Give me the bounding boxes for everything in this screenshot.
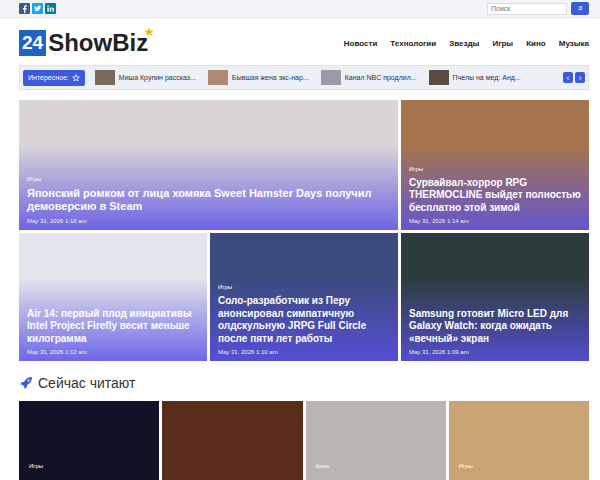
next-button[interactable]: › [575,72,585,83]
twitter-icon[interactable] [32,3,43,14]
logo-name: ShowBiz [48,29,148,57]
card-category[interactable]: Игры [218,284,232,290]
featured-grid: Игры Японский ромком от лица хомяка Sweet… [19,100,589,361]
nav-item[interactable]: Музыка [559,39,589,48]
ticker-thumbnail [208,70,228,85]
ticker-item[interactable]: Бывшая жена экс-нар... [208,70,309,85]
reading-card[interactable]: Игры [449,401,589,480]
rocket-icon [19,376,33,390]
card-date: May 31, 2026 1:09 am [409,349,581,355]
ticker-item[interactable]: Миша Крупин рассказ... [95,70,196,85]
star-icon [144,27,154,37]
ticker-item[interactable]: Канал NBC продлил... [321,70,417,85]
card-category[interactable]: Игры [29,463,43,469]
reading-grid: Игры Кино Игры [19,401,589,480]
nav-item[interactable]: Игры [492,39,513,48]
nav-item[interactable]: Звезды [449,39,479,48]
card-category[interactable]: Игры [459,463,473,469]
page: ⌕ 24ShowBiz Новости Технологии Звезды Игры Кин… [0,0,600,480]
header: 24ShowBiz Новости Технологии Звезды Игры Кино… [19,18,589,68]
search-button[interactable]: ⌕ [571,2,589,15]
ticker-thumbnail [95,70,115,85]
card-date: May 31, 2026 1:18 am [27,218,390,224]
featured-card[interactable]: Игры Японский ромком от лица хомяка Sweet… [19,100,398,230]
facebook-icon[interactable] [19,3,30,14]
ticker-thumbnail [429,70,449,85]
card-category[interactable]: Игры [409,166,423,172]
main-nav: Новости Технологии Звезды Игры Кино Музыка [344,39,589,48]
card-category[interactable]: Игры [27,176,41,182]
ticker-label: Интересное: [23,70,85,86]
logo-number: 24 [19,30,46,56]
top-bar: ⌕ [0,0,600,18]
card-title[interactable]: Соло-разработчик из Перу анонсировал сим… [218,295,390,345]
card-title[interactable]: Сурвайвал-хоррор RPG THERMOCLINE выйдет … [409,177,581,215]
featured-card[interactable]: Игры Соло-разработчик из Перу анонсировал… [210,233,398,361]
search-input[interactable] [487,3,567,15]
card-title[interactable]: Air 14: первый плод инициативы Intel Pro… [27,308,199,346]
reading-card[interactable]: Игры [19,401,159,480]
card-title[interactable]: Samsung готовит Micro LED для Galaxy Wat… [409,308,581,346]
ticker-item[interactable]: Пчелы на мед: Анд... [429,70,521,85]
nav-item[interactable]: Новости [344,39,378,48]
reading-card[interactable]: Кино [306,401,446,480]
featured-card[interactable]: Air 14: первый плод инициативы Intel Pro… [19,233,207,361]
prev-button[interactable]: ‹ [563,72,573,83]
star-icon [72,74,80,82]
featured-card[interactable]: Игры Сурвайвал-хоррор RPG THERMOCLINE вый… [401,100,589,230]
search-form: ⌕ [487,2,589,15]
reading-card[interactable] [162,401,302,480]
card-date: May 31, 2026 1:14 am [409,218,581,224]
linkedin-icon[interactable] [45,3,56,14]
logo[interactable]: 24ShowBiz [19,29,148,57]
social-links [19,3,56,14]
nav-item[interactable]: Кино [526,39,546,48]
section-header: Сейчас читают [19,374,589,392]
ticker-thumbnail [321,70,341,85]
card-date: May 31, 2026 1:10 am [218,349,390,355]
ticker-bar: Интересное: Миша Крупин рассказ... Бывшая … [19,65,589,90]
featured-card[interactable]: Samsung готовит Micro LED для Galaxy Wat… [401,233,589,361]
card-date: May 31, 2026 1:12 am [27,349,199,355]
card-category[interactable]: Кино [316,463,330,469]
nav-item[interactable]: Технологии [390,39,436,48]
card-title[interactable]: Японский ромком от лица хомяка Sweet Ham… [27,187,390,215]
